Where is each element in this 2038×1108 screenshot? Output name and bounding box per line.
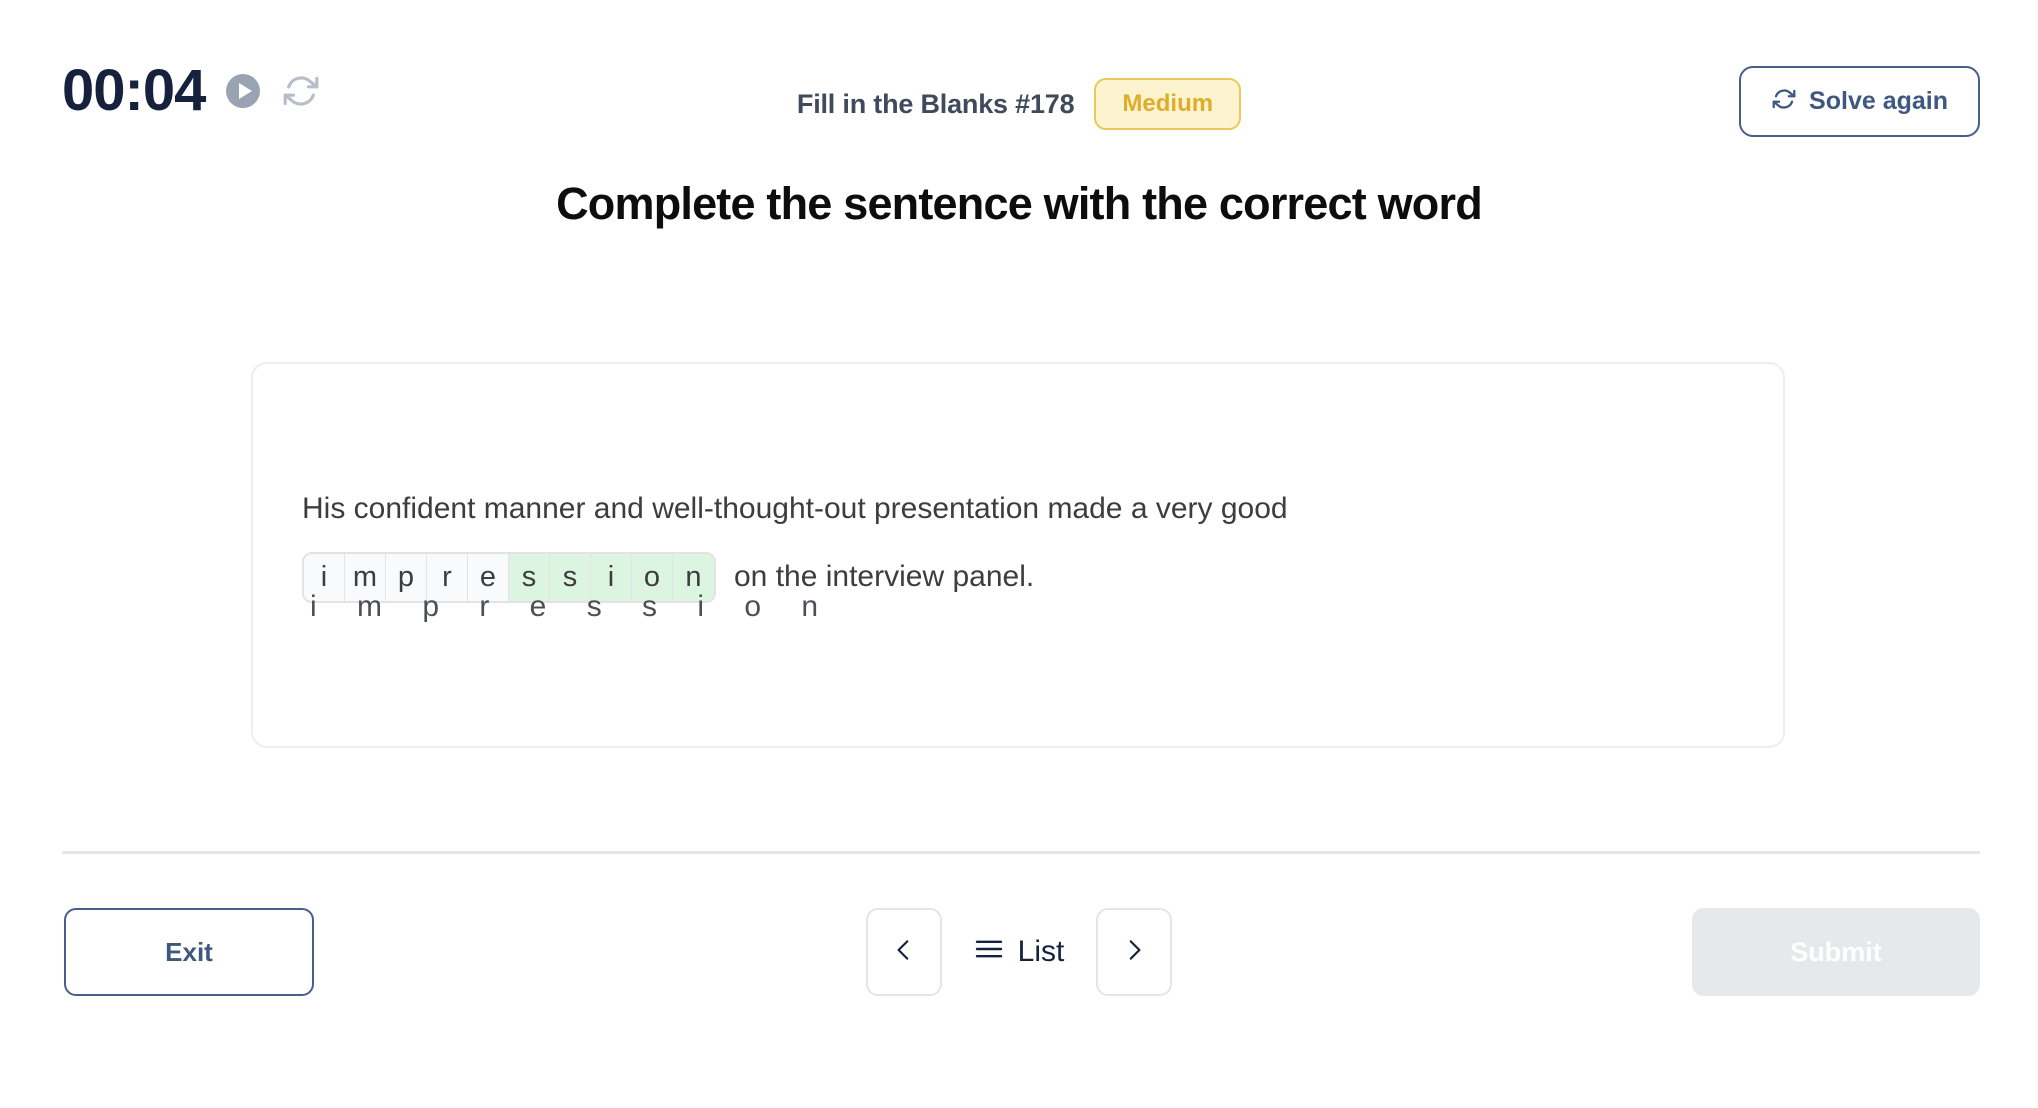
page-title: Complete the sentence with the correct w… xyxy=(556,178,1483,229)
next-button[interactable] xyxy=(1096,908,1173,996)
solve-again-label: Solve again xyxy=(1809,87,1948,115)
answer-word-hint: i m p r e s s i o n xyxy=(310,590,835,623)
list-label: List xyxy=(1017,935,1065,968)
puzzle-title: Fill in the Blanks #178 xyxy=(796,88,1075,119)
list-button[interactable]: List xyxy=(966,935,1073,969)
difficulty-badge: Medium xyxy=(1094,78,1242,130)
previous-button[interactable] xyxy=(865,908,942,996)
sentence-text-before: His confident manner and well-thought-ou… xyxy=(302,492,1288,525)
question-card: His confident manner and well-thought-ou… xyxy=(251,362,1785,748)
footer-divider xyxy=(62,851,1980,854)
top-bar: 00:04 Fill in the Blanks #178 Medium Sol… xyxy=(0,0,2038,160)
chevron-left-icon xyxy=(891,935,917,970)
submit-button[interactable]: Submit xyxy=(1692,908,1980,996)
hamburger-icon xyxy=(974,935,1004,969)
solve-again-button[interactable]: Solve again xyxy=(1739,66,1980,137)
refresh-icon xyxy=(1771,86,1797,117)
chevron-right-icon xyxy=(1121,935,1147,970)
puzzle-title-group: Fill in the Blanks #178 Medium xyxy=(0,78,2038,130)
